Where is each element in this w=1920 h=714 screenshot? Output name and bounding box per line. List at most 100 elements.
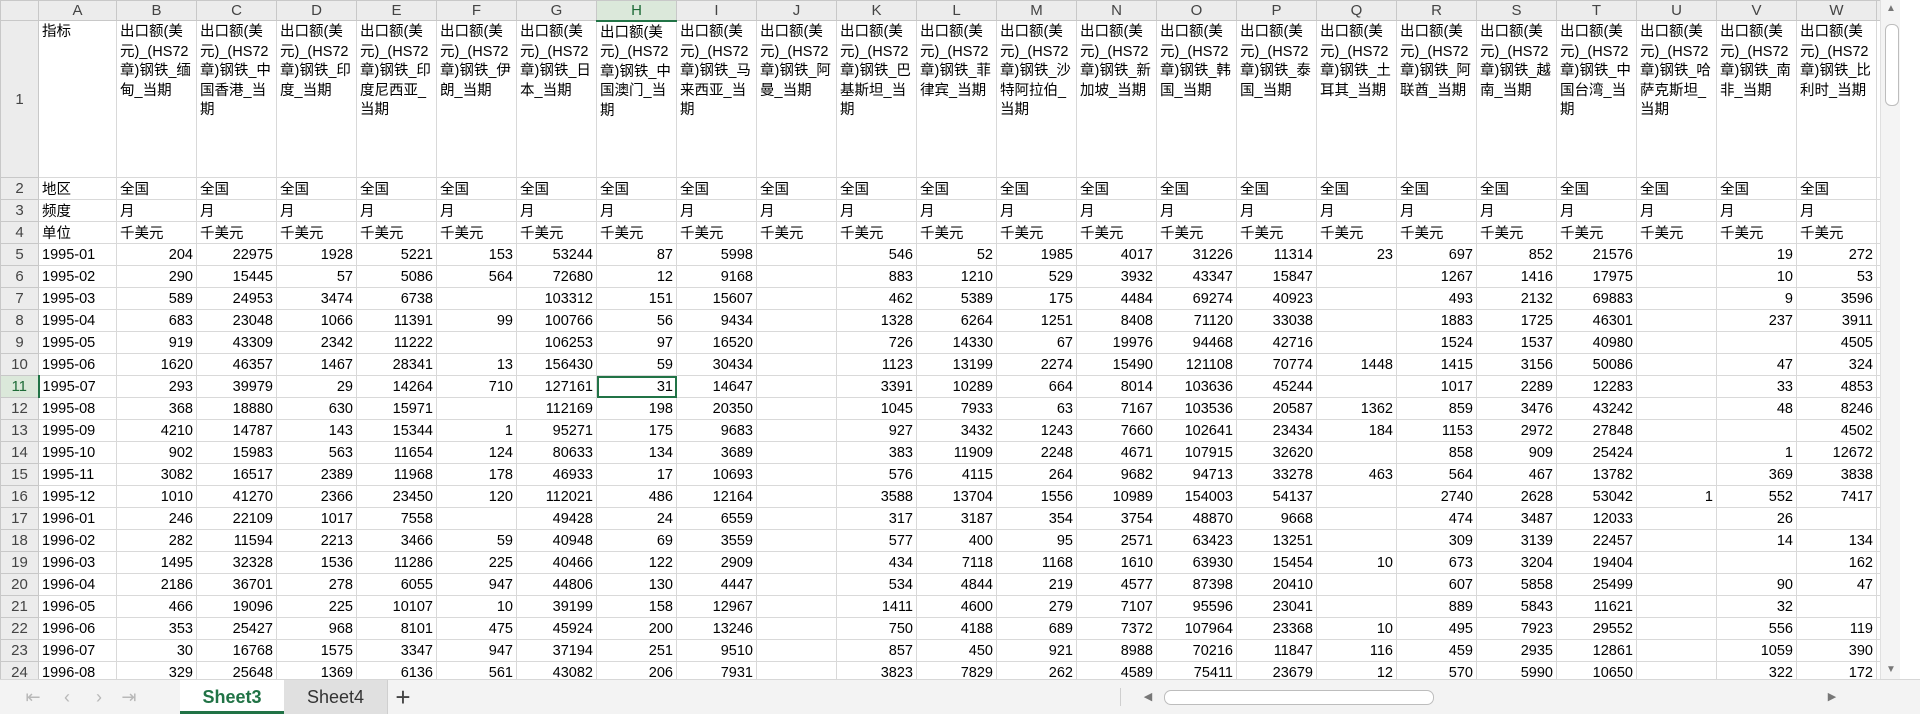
cell-t7[interactable]: 69883 [1556,287,1637,310]
cell-s20[interactable]: 5858 [1476,573,1557,596]
cell-s17[interactable]: 3487 [1476,507,1557,530]
row-header-4[interactable]: 4 [0,221,39,244]
cell-d19[interactable]: 1536 [276,551,357,574]
cell-f24[interactable]: 561 [436,661,517,679]
cell-j17[interactable] [756,507,837,530]
cell-s10[interactable]: 3156 [1476,353,1557,376]
cell-u9[interactable] [1636,331,1717,354]
cell-e14[interactable]: 11654 [356,441,437,464]
cell-r4[interactable]: 千美元 [1396,221,1477,244]
cell-l9[interactable]: 14330 [916,331,997,354]
cell-o18[interactable]: 63423 [1156,529,1237,552]
cell-n7[interactable]: 4484 [1076,287,1157,310]
cell-l16[interactable]: 13704 [916,485,997,508]
cell-t14[interactable]: 25424 [1556,441,1637,464]
cell-b23[interactable]: 30 [116,639,197,662]
cell-i11[interactable]: 14647 [676,375,757,398]
cell-v24[interactable]: 322 [1716,661,1797,679]
cell-v16[interactable]: 552 [1716,485,1797,508]
cell-v6[interactable]: 10 [1716,265,1797,288]
cell-c21[interactable]: 19096 [196,595,277,618]
cell-v20[interactable]: 90 [1716,573,1797,596]
cell-i4[interactable]: 千美元 [676,221,757,244]
cell-l18[interactable]: 400 [916,529,997,552]
cell-v1[interactable]: 出口额(美元)_(HS72章)钢铁_南非_当期 [1716,20,1797,178]
cell-j6[interactable] [756,265,837,288]
cell-h7[interactable]: 151 [596,287,677,310]
cell-q16[interactable] [1316,485,1397,508]
cell-q7[interactable] [1316,287,1397,310]
cell-r10[interactable]: 1415 [1396,353,1477,376]
cell-e24[interactable]: 6136 [356,661,437,679]
row-header-21[interactable]: 21 [0,595,39,618]
cell-p20[interactable]: 20410 [1236,573,1317,596]
cell-q23[interactable]: 116 [1316,639,1397,662]
row-header-12[interactable]: 12 [0,397,39,420]
cell-n23[interactable]: 8988 [1076,639,1157,662]
cell-w16[interactable]: 7417 [1796,485,1877,508]
cell-h2[interactable]: 全国 [596,177,677,200]
cell-e5[interactable]: 5221 [356,243,437,266]
column-header-n[interactable]: N [1076,0,1157,21]
cell-l20[interactable]: 4844 [916,573,997,596]
first-sheet-icon[interactable]: ⇤ [22,686,44,708]
select-all-corner[interactable] [0,0,39,21]
cell-i9[interactable]: 16520 [676,331,757,354]
cell-h23[interactable]: 251 [596,639,677,662]
column-header-i[interactable]: I [676,0,757,21]
cell-h22[interactable]: 200 [596,617,677,640]
cell-o5[interactable]: 31226 [1156,243,1237,266]
cell-n15[interactable]: 9682 [1076,463,1157,486]
cell-f15[interactable]: 178 [436,463,517,486]
cell-l1[interactable]: 出口额(美元)_(HS72章)钢铁_菲律宾_当期 [916,20,997,178]
cell-v15[interactable]: 369 [1716,463,1797,486]
cell-d22[interactable]: 968 [276,617,357,640]
cell-i21[interactable]: 12967 [676,595,757,618]
cell-j21[interactable] [756,595,837,618]
cell-o22[interactable]: 107964 [1156,617,1237,640]
cell-r24[interactable]: 570 [1396,661,1477,679]
cell-n5[interactable]: 4017 [1076,243,1157,266]
cell-a11[interactable]: 1995-07 [38,375,117,398]
cell-n18[interactable]: 2571 [1076,529,1157,552]
row-header-10[interactable]: 10 [0,353,39,376]
cell-i1[interactable]: 出口额(美元)_(HS72章)钢铁_马来西亚_当期 [676,20,757,178]
cell-q17[interactable] [1316,507,1397,530]
prev-sheet-icon[interactable]: ‹ [56,686,78,708]
cell-p1[interactable]: 出口额(美元)_(HS72章)钢铁_泰国_当期 [1236,20,1317,178]
cell-s16[interactable]: 2628 [1476,485,1557,508]
cell-l3[interactable]: 月 [916,199,997,222]
cell-q22[interactable]: 10 [1316,617,1397,640]
cell-a24[interactable]: 1996-08 [38,661,117,679]
cell-m6[interactable]: 529 [996,265,1077,288]
cell-r5[interactable]: 697 [1396,243,1477,266]
cell-i13[interactable]: 9683 [676,419,757,442]
cell-w3[interactable]: 月 [1796,199,1877,222]
cell-i12[interactable]: 20350 [676,397,757,420]
cell-p15[interactable]: 33278 [1236,463,1317,486]
cell-w11[interactable]: 4853 [1796,375,1877,398]
cell-w22[interactable]: 119 [1796,617,1877,640]
cell-m14[interactable]: 2248 [996,441,1077,464]
cell-e7[interactable]: 6738 [356,287,437,310]
cell-a19[interactable]: 1996-03 [38,551,117,574]
row-header-16[interactable]: 16 [0,485,39,508]
cell-w20[interactable]: 47 [1796,573,1877,596]
cell-h16[interactable]: 486 [596,485,677,508]
row-header-23[interactable]: 23 [0,639,39,662]
cell-b3[interactable]: 月 [116,199,197,222]
cell-g9[interactable]: 106253 [516,331,597,354]
cell-a6[interactable]: 1995-02 [38,265,117,288]
next-sheet-icon[interactable]: › [88,686,110,708]
cell-e13[interactable]: 15344 [356,419,437,442]
cell-s3[interactable]: 月 [1476,199,1557,222]
cell-h8[interactable]: 56 [596,309,677,332]
cell-p18[interactable]: 13251 [1236,529,1317,552]
cell-l15[interactable]: 4115 [916,463,997,486]
row-header-3[interactable]: 3 [0,199,39,222]
cell-w7[interactable]: 3596 [1796,287,1877,310]
cell-m15[interactable]: 264 [996,463,1077,486]
cell-f13[interactable]: 1 [436,419,517,442]
cell-h24[interactable]: 206 [596,661,677,679]
cell-h11[interactable]: 31 [596,375,677,398]
